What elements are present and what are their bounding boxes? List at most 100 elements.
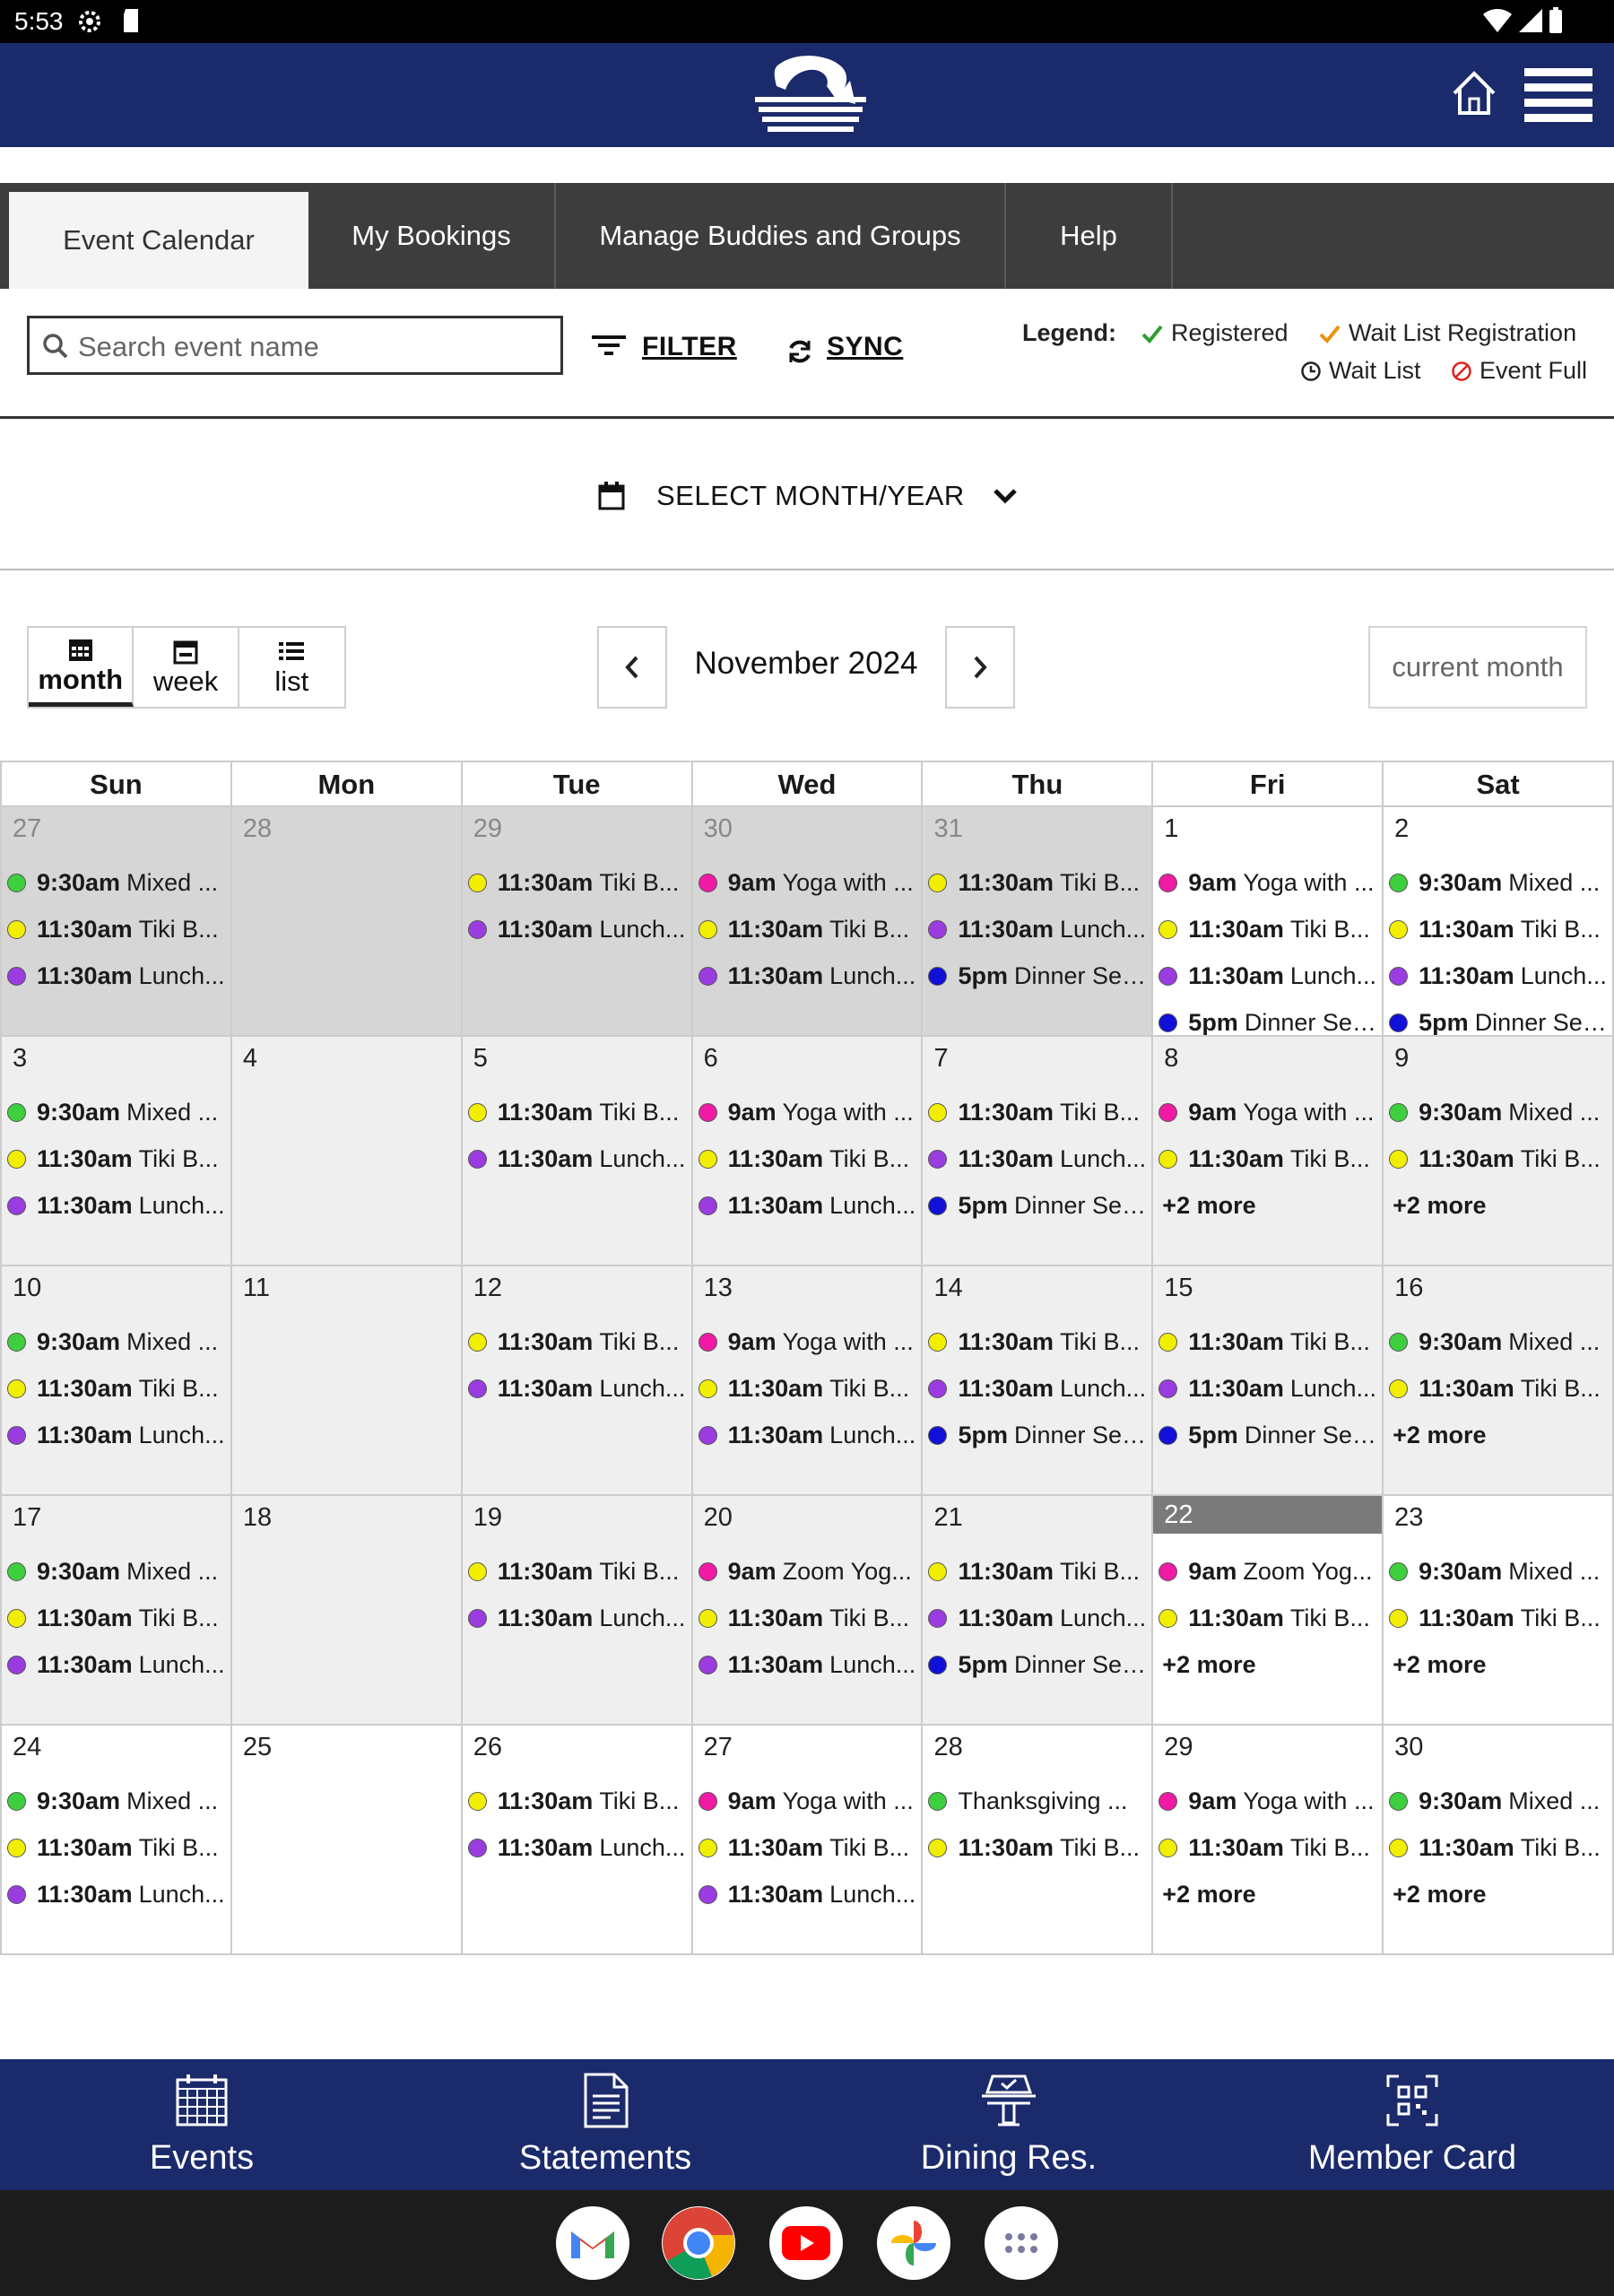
calendar-event[interactable]: 11:30am Lunch...	[698, 1641, 918, 1688]
today-day-number[interactable]: 22	[1153, 1496, 1383, 1534]
calendar-day-cell[interactable]: 28	[231, 807, 463, 1035]
nav-member-card[interactable]: Member Card	[1210, 2059, 1614, 2190]
calendar-day-cell[interactable]: 27 9am Yoga with ... 11:30am Tiki B... 11:30a…	[692, 1726, 924, 1953]
calendar-event[interactable]: 11:30am Lunch...	[928, 1135, 1148, 1182]
calendar-event[interactable]: 11:30am Tiki B...	[698, 1824, 918, 1871]
calendar-day-cell[interactable]: 12 11:30am Tiki B... 11:30am Lunch...	[462, 1266, 693, 1494]
day-number[interactable]: 21	[933, 1503, 962, 1533]
day-number[interactable]: 9	[1394, 1044, 1409, 1074]
day-number[interactable]: 23	[1394, 1503, 1423, 1533]
calendar-event[interactable]: 11:30am Tiki B...	[928, 1089, 1148, 1135]
day-number[interactable]: 10	[13, 1274, 41, 1303]
calendar-event[interactable]: 11:30am Lunch...	[7, 952, 227, 999]
calendar-day-cell[interactable]: 26 11:30am Tiki B... 11:30am Lunch...	[462, 1726, 693, 1953]
calendar-day-cell[interactable]: 4	[231, 1037, 463, 1265]
gmail-icon[interactable]	[556, 2206, 629, 2280]
calendar-day-cell[interactable]: 17 9:30am Mixed ... 11:30am Tiki B... 11:30am…	[0, 1496, 232, 1724]
calendar-event[interactable]: 11:30am Lunch...	[467, 1824, 688, 1871]
calendar-event[interactable]: 11:30am Lunch...	[1389, 952, 1609, 999]
calendar-event[interactable]: 9am Yoga with ...	[1158, 1778, 1378, 1824]
calendar-day-cell[interactable]: 15 11:30am Tiki B... 11:30am Lunch... 5pm Dinn…	[1153, 1266, 1384, 1494]
more-events-link[interactable]: +2 more	[1389, 1182, 1609, 1229]
calendar-event[interactable]: 11:30am Lunch...	[467, 1365, 688, 1412]
next-month-button[interactable]	[945, 626, 1015, 709]
calendar-event[interactable]: 9am Yoga with ...	[698, 1318, 918, 1365]
tab-my-bookings[interactable]: My Bookings	[308, 183, 556, 289]
calendar-event[interactable]: 11:30am Tiki B...	[7, 1824, 227, 1871]
day-number[interactable]: 25	[243, 1733, 272, 1762]
day-number[interactable]: 5	[473, 1044, 488, 1074]
calendar-event[interactable]: 11:30am Tiki B...	[1389, 1365, 1609, 1412]
calendar-event[interactable]: 9:30am Mixed ...	[1389, 859, 1609, 906]
calendar-event[interactable]: 11:30am Lunch...	[467, 1135, 688, 1182]
calendar-event[interactable]: 11:30am Lunch...	[1158, 952, 1378, 999]
view-month-button[interactable]: month	[29, 628, 134, 707]
calendar-day-cell[interactable]: 23 9:30am Mixed ... 11:30am Tiki B... +2 more	[1384, 1496, 1614, 1724]
day-number[interactable]: 8	[1164, 1044, 1178, 1074]
calendar-event[interactable]: 11:30am Tiki B...	[1389, 1595, 1609, 1641]
day-number[interactable]: 4	[243, 1044, 257, 1074]
calendar-event[interactable]: 9:30am Mixed ...	[1389, 1778, 1609, 1824]
day-number[interactable]: 29	[473, 814, 502, 844]
day-number[interactable]: 3	[13, 1044, 27, 1074]
calendar-event[interactable]: 11:30am Lunch...	[1158, 1365, 1378, 1412]
calendar-event[interactable]: 9:30am Mixed ...	[1389, 1548, 1609, 1595]
calendar-event[interactable]: 5pm Dinner Ser...	[928, 1182, 1148, 1229]
home-icon[interactable]	[1447, 66, 1501, 120]
calendar-event[interactable]: 11:30am Tiki B...	[698, 906, 918, 952]
calendar-event[interactable]: 9am Yoga with ...	[698, 1778, 918, 1824]
calendar-event[interactable]: 11:30am Lunch...	[7, 1412, 227, 1458]
sync-icon[interactable]	[785, 337, 814, 366]
calendar-event[interactable]: 11:30am Tiki B...	[928, 1548, 1148, 1595]
more-events-link[interactable]: +2 more	[1389, 1412, 1609, 1458]
calendar-day-cell[interactable]: 27 9:30am Mixed ... 11:30am Tiki B... 11:30am…	[0, 807, 232, 1035]
view-list-button[interactable]: list	[239, 628, 344, 707]
filter-label[interactable]: FILTER	[642, 332, 737, 362]
calendar-event[interactable]: 11:30am Tiki B...	[7, 1365, 227, 1412]
calendar-day-cell[interactable]: 31 11:30am Tiki B... 11:30am Lunch... 5pm Dinn…	[923, 807, 1154, 1035]
select-month-year-dropdown[interactable]: SELECT MONTH/YEAR	[597, 474, 1019, 518]
calendar-day-cell[interactable]: 6 9am Yoga with ... 11:30am Tiki B... 11:30am…	[692, 1037, 924, 1265]
day-number[interactable]: 16	[1394, 1274, 1423, 1303]
calendar-event[interactable]: 9am Zoom Yog...	[1158, 1548, 1378, 1595]
sync-button[interactable]: SYNC	[827, 332, 903, 362]
day-number[interactable]: 14	[933, 1274, 962, 1303]
view-week-button[interactable]: week	[134, 628, 239, 707]
calendar-event[interactable]: 11:30am Tiki B...	[467, 1089, 688, 1135]
nav-dining[interactable]: Dining Res.	[807, 2059, 1210, 2190]
calendar-event[interactable]: 9:30am Mixed ...	[7, 1548, 227, 1595]
day-number[interactable]: 27	[13, 814, 41, 844]
calendar-event[interactable]: 5pm Dinner Ser...	[928, 1412, 1148, 1458]
calendar-event[interactable]: Thanksgiving ...	[928, 1778, 1148, 1824]
calendar-event[interactable]: 11:30am Tiki B...	[698, 1595, 918, 1641]
day-number[interactable]: 1	[1164, 814, 1178, 844]
day-number[interactable]: 7	[933, 1044, 948, 1074]
calendar-day-cell[interactable]: 28 Thanksgiving ... 11:30am Tiki B...	[923, 1726, 1154, 1953]
calendar-day-cell[interactable]: 24 9:30am Mixed ... 11:30am Tiki B... 11:30am…	[0, 1726, 232, 1953]
more-events-link[interactable]: +2 more	[1389, 1871, 1609, 1918]
current-month-button[interactable]: current month	[1368, 626, 1587, 709]
calendar-event[interactable]: 11:30am Tiki B...	[928, 859, 1148, 906]
calendar-event[interactable]: 9:30am Mixed ...	[7, 1318, 227, 1365]
day-number[interactable]: 13	[704, 1274, 733, 1303]
calendar-event[interactable]: 9:30am Mixed ...	[7, 1778, 227, 1824]
calendar-event[interactable]: 11:30am Lunch...	[698, 952, 918, 999]
calendar-day-cell[interactable]: 30 9am Yoga with ... 11:30am Tiki B... 11:30a…	[692, 807, 924, 1035]
day-number[interactable]: 17	[13, 1503, 41, 1533]
calendar-event[interactable]: 9:30am Mixed ...	[7, 1089, 227, 1135]
calendar-day-cell[interactable]: 19 11:30am Tiki B... 11:30am Lunch...	[462, 1496, 693, 1724]
calendar-event[interactable]: 11:30am Lunch...	[928, 1595, 1148, 1641]
calendar-event[interactable]: 9am Yoga with ...	[1158, 1089, 1378, 1135]
calendar-event[interactable]: 11:30am Lunch...	[467, 1595, 688, 1641]
calendar-event[interactable]: 11:30am Tiki B...	[7, 1595, 227, 1641]
calendar-day-cell[interactable]: 25	[231, 1726, 463, 1953]
day-number[interactable]: 15	[1164, 1274, 1193, 1303]
calendar-event[interactable]: 11:30am Tiki B...	[1389, 906, 1609, 952]
hamburger-menu-icon[interactable]	[1524, 68, 1592, 122]
day-number[interactable]: 27	[704, 1733, 733, 1762]
day-number[interactable]: 19	[473, 1503, 502, 1533]
calendar-event[interactable]: 11:30am Lunch...	[928, 906, 1148, 952]
calendar-event[interactable]: 11:30am Tiki B...	[698, 1135, 918, 1182]
day-number[interactable]: 18	[243, 1503, 272, 1533]
calendar-day-cell[interactable]: 3 9:30am Mixed ... 11:30am Tiki B... 11:30am L…	[0, 1037, 232, 1265]
